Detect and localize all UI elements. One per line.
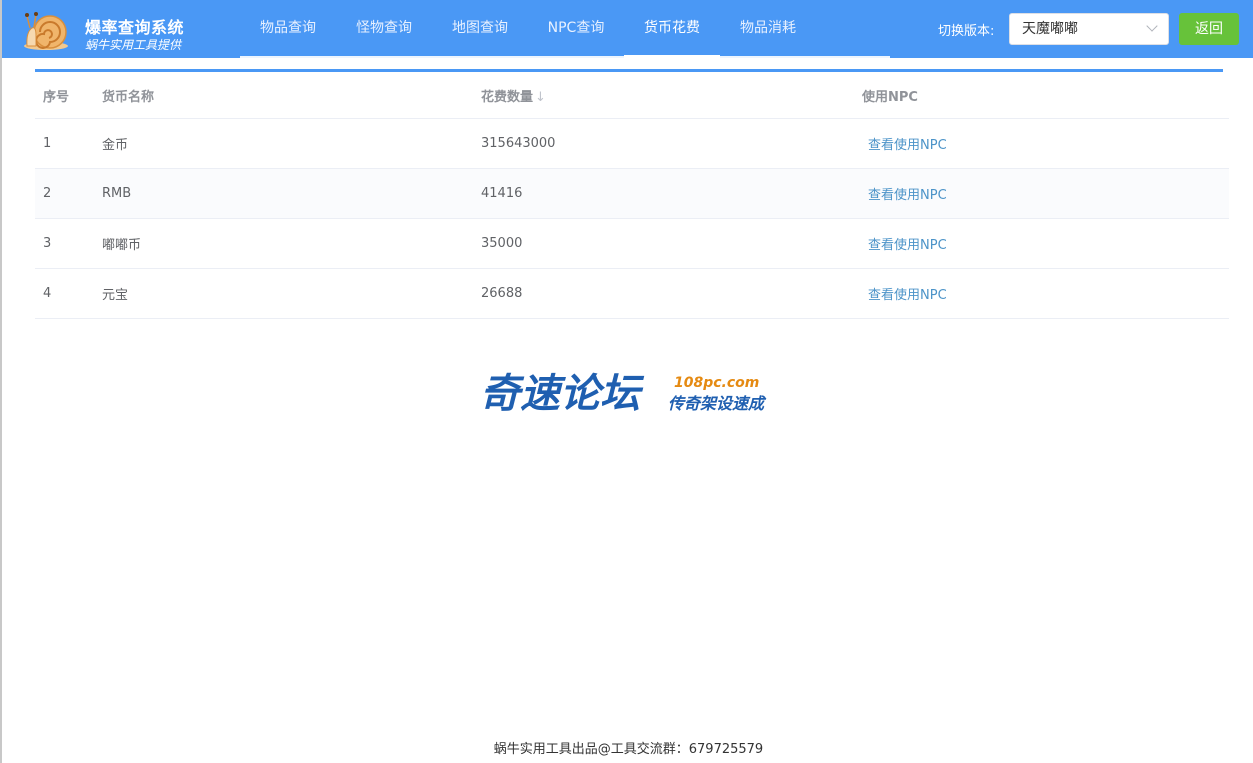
forum-watermark-logo: 奇速论坛 108pc.com 传奇架设速成 <box>480 371 767 415</box>
back-button[interactable]: 返回 <box>1179 13 1239 45</box>
top-bar: 爆率查询系统 蜗牛实用工具提供 物品查询 怪物查询 地图查询 NPC查询 货币花… <box>2 0 1253 58</box>
row-amount: 315643000 <box>481 136 556 151</box>
row-currency-name: 元宝 <box>102 288 129 303</box>
version-select-value: 天魔嘟嘟 <box>1022 21 1078 37</box>
nav-item-items[interactable]: 物品查询 <box>240 0 336 58</box>
view-npc-link[interactable]: 查看使用NPC <box>868 138 947 153</box>
column-header-currency: 货币名称 <box>102 89 155 105</box>
row-amount: 26688 <box>481 286 523 301</box>
chevron-down-icon <box>1146 20 1158 32</box>
view-npc-link[interactable]: 查看使用NPC <box>868 238 947 253</box>
nav-item-item-consumption[interactable]: 物品消耗 <box>720 0 816 58</box>
footer-text: 蜗牛实用工具出品@工具交流群：679725579 <box>493 742 764 757</box>
nav-item-maps[interactable]: 地图查询 <box>432 0 528 58</box>
version-select[interactable]: 天魔嘟嘟 <box>1009 13 1169 45</box>
nav-item-monsters[interactable]: 怪物查询 <box>336 0 432 58</box>
column-header-amount-label: 花费数量 <box>481 89 534 105</box>
view-npc-link[interactable]: 查看使用NPC <box>868 288 947 303</box>
row-currency-name: 嘟嘟币 <box>102 238 142 253</box>
watermark-tagline-text: 传奇架设速成 <box>668 394 767 413</box>
table-row: 3 嘟嘟币 35000 查看使用NPC <box>35 219 1229 269</box>
row-index: 2 <box>43 186 52 201</box>
brand: 爆率查询系统 蜗牛实用工具提供 <box>22 6 222 52</box>
app-title: 爆率查询系统 <box>85 18 185 37</box>
table-row: 1 金币 315643000 查看使用NPC <box>35 119 1229 169</box>
table-header: 序号 货币名称 花费数量 ↓ 使用NPC <box>35 72 1229 119</box>
nav-item-npc[interactable]: NPC查询 <box>528 0 624 58</box>
row-currency-name: RMB <box>102 186 132 201</box>
row-index: 4 <box>43 286 52 301</box>
column-header-amount[interactable]: 花费数量 ↓ <box>478 86 860 105</box>
currency-table: 序号 货币名称 花费数量 ↓ 使用NPC 1 金币 315643000 查看使用N… <box>35 72 1229 319</box>
watermark-main-text: 奇速论坛 <box>480 371 645 415</box>
app-subtitle: 蜗牛实用工具提供 <box>85 38 182 52</box>
sort-descending-icon[interactable]: ↓ <box>535 90 546 105</box>
version-label: 切换版本: <box>938 24 995 39</box>
row-index: 3 <box>43 236 52 251</box>
nav-underline <box>240 56 890 58</box>
snail-logo-icon <box>24 12 68 50</box>
column-header-index: 序号 <box>43 89 70 105</box>
view-npc-link[interactable]: 查看使用NPC <box>868 188 947 203</box>
row-amount: 35000 <box>481 236 523 251</box>
nav-item-currency-spend[interactable]: 货币花费 <box>624 0 720 58</box>
watermark-domain-text: 108pc.com <box>674 375 759 391</box>
row-index: 1 <box>43 136 52 151</box>
main-nav: 物品查询 怪物查询 地图查询 NPC查询 货币花费 物品消耗 <box>240 0 816 58</box>
table-row: 2 RMB 41416 查看使用NPC <box>35 169 1229 219</box>
table-row: 4 元宝 26688 查看使用NPC <box>35 269 1229 319</box>
row-currency-name: 金币 <box>102 138 129 153</box>
column-header-npc: 使用NPC <box>862 89 918 105</box>
row-amount: 41416 <box>481 186 523 201</box>
